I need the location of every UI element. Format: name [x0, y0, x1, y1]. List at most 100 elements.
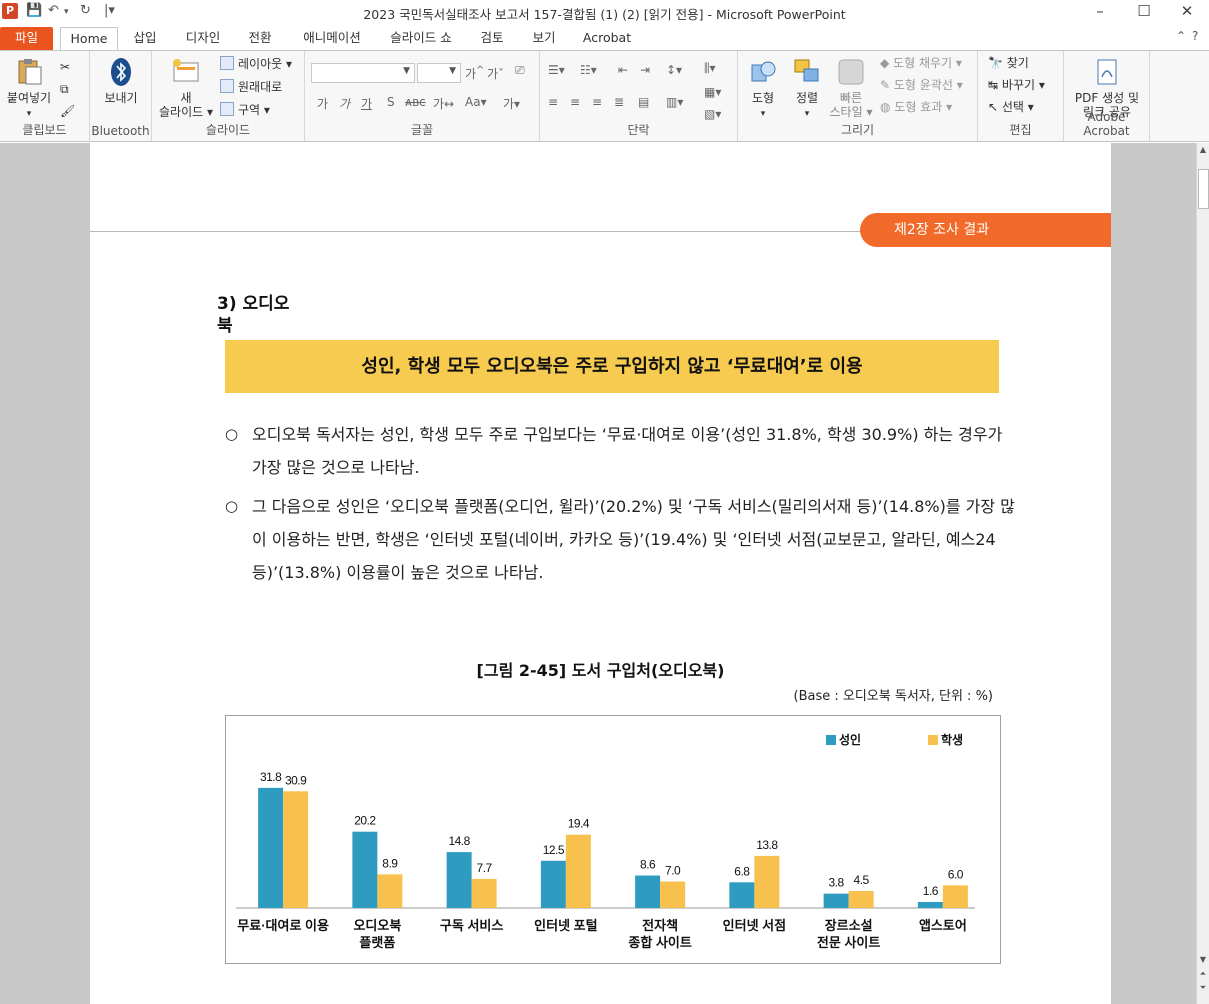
new-slide-button[interactable]: 새 슬라이드 ▾ — [156, 57, 216, 119]
bar-student — [283, 791, 309, 908]
replace-button[interactable]: ↹ 바꾸기 ▾ — [988, 75, 1045, 95]
bar-chart: 31.8 30.9 무료·대여로 이용 20.2 8.9 오디오북 플랫폼 14.8 7.7 구독… — [225, 715, 1001, 964]
tab-review[interactable]: 검토 — [472, 27, 512, 51]
section-button[interactable]: 구역 ▾ — [220, 100, 270, 120]
scroll-thumb[interactable] — [1198, 169, 1209, 209]
char-spacing-icon[interactable]: 가↔ — [433, 95, 454, 112]
paste-icon — [18, 59, 42, 85]
find-button[interactable]: 🔭 찾기 — [988, 53, 1029, 73]
scroll-down-icon[interactable]: ▼ — [1197, 955, 1209, 964]
increase-indent-icon[interactable]: ⇥ — [640, 63, 650, 77]
reset-button[interactable]: 원래대로 — [220, 77, 282, 97]
data-label: 6.8 — [734, 864, 750, 878]
minimize-button[interactable]: – — [1078, 0, 1122, 24]
tab-file[interactable]: 파일 — [0, 27, 53, 51]
grow-font-icon[interactable]: 가^ — [465, 65, 484, 82]
vertical-scrollbar[interactable]: ▲ ▼ ⏶ ⏷ — [1196, 143, 1209, 1004]
category-label: 전문 사이트 — [817, 935, 880, 950]
align-text-icon[interactable]: ▦▾ — [704, 85, 721, 99]
scroll-up-icon[interactable]: ▲ — [1197, 145, 1209, 154]
ribbon: 붙여넣기 ▾ ✂ ⧉ 🖌 클립보드 보내기 Bluetooth 새 슬라이드 ▾ 레… — [0, 50, 1209, 142]
font-color-icon[interactable]: 가▾ — [503, 95, 520, 112]
tab-transitions[interactable]: 전환 — [240, 27, 280, 51]
change-case-icon[interactable]: Aa▾ — [465, 95, 487, 109]
bullet-circle-icon: ○ — [225, 497, 239, 515]
data-label: 4.5 — [854, 873, 870, 887]
tab-slideshow[interactable]: 슬라이드 쇼 — [382, 27, 460, 51]
bar-student — [942, 885, 968, 908]
text-direction-icon[interactable]: ⫼▾ — [704, 61, 716, 76]
prev-slide-icon[interactable]: ⏶ — [1197, 969, 1209, 979]
bluetooth-send-button[interactable]: 보내기 — [94, 57, 148, 105]
underline-icon[interactable]: 가 — [361, 95, 372, 112]
numbering-icon[interactable]: ☷▾ — [580, 63, 597, 77]
line-spacing-icon[interactable]: ↕▾ — [666, 63, 682, 77]
help-icon[interactable]: ? — [1192, 29, 1198, 43]
paste-button[interactable]: 붙여넣기 ▾ — [4, 57, 54, 121]
data-label: 8.9 — [382, 856, 398, 870]
shrink-font-icon[interactable]: 가ˇ — [487, 65, 504, 82]
maximize-button[interactable]: ☐ — [1122, 0, 1166, 24]
next-slide-icon[interactable]: ⏷ — [1197, 983, 1209, 993]
quick-styles-button[interactable]: 빠른 스타일 ▾ — [826, 57, 876, 119]
align-left-icon[interactable]: ≡ — [548, 95, 558, 109]
category-label: 장르소설 — [825, 918, 873, 933]
tab-home[interactable]: Home — [60, 27, 118, 52]
copy-icon[interactable]: ⧉ — [60, 79, 69, 99]
bar-adult — [635, 875, 661, 908]
font-group: ▼ ▼ 가^ 가ˇ ⎚ 가 가 가 S ᴀʙᴄ 가↔ Aa▾ 가▾ 글꼴 — [305, 51, 540, 141]
bullets-icon[interactable]: ☰▾ — [548, 63, 565, 77]
select-icon: ↖ — [988, 100, 1002, 114]
data-label: 8.6 — [640, 858, 656, 872]
bold-icon[interactable]: 가 — [317, 95, 328, 112]
reset-icon — [220, 79, 234, 93]
data-label: 30.9 — [285, 773, 307, 787]
columns-icon[interactable]: ▥▾ — [666, 95, 683, 109]
bullet-item: ○ 오디오북 독서자는 성인, 학생 모두 주로 구입보다는 ‘무료·대여로 이… — [225, 418, 1015, 484]
smartart-icon[interactable]: ▧▾ — [704, 107, 721, 121]
align-center-icon[interactable]: ≡ — [570, 95, 580, 109]
distribute-icon[interactable]: ▤ — [638, 95, 649, 109]
tab-animations[interactable]: 애니메이션 — [292, 27, 372, 51]
shadow-icon[interactable]: S — [387, 95, 395, 109]
slide[interactable]: 제2장 조사 결과 3) 오디오 북 성인, 학생 모두 오디오북은 주로 구입… — [90, 143, 1111, 1004]
base-note: (Base : 오디오북 독서자, 단위 : %) — [793, 689, 993, 704]
cut-icon[interactable]: ✂ — [60, 57, 70, 77]
arrange-button[interactable]: 정렬 ▾ — [786, 57, 828, 121]
italic-icon[interactable]: 가 — [339, 95, 350, 112]
close-button[interactable]: ✕ — [1165, 0, 1209, 24]
shape-effect-button[interactable]: ◍ 도형 효과 ▾ — [880, 97, 952, 117]
shape-outline-button[interactable]: ✎ 도형 윤곽선 ▾ — [880, 75, 963, 95]
shape-outline-icon: ✎ — [880, 78, 894, 92]
replace-icon: ↹ — [988, 78, 1002, 92]
quick-styles-icon — [838, 59, 864, 85]
new-slide-icon — [173, 59, 199, 82]
collapse-ribbon-icon[interactable]: ⌃ — [1176, 29, 1186, 43]
font-size-combo[interactable]: ▼ — [417, 63, 461, 83]
paragraph-group-label: 단락 — [627, 123, 650, 137]
chart-canvas: 31.8 30.9 무료·대여로 이용 20.2 8.9 오디오북플랫폼 14.8 7.7 구독… — [236, 732, 975, 950]
slides-group-label: 슬라이드 — [205, 123, 251, 137]
tab-acrobat[interactable]: Acrobat — [578, 27, 636, 51]
layout-button[interactable]: 레이아웃 ▾ — [220, 54, 292, 74]
select-button[interactable]: ↖ 선택 ▾ — [988, 97, 1034, 117]
acrobat-group-label: Adobe Acrobat — [1083, 110, 1130, 138]
decrease-indent-icon[interactable]: ⇤ — [618, 63, 628, 77]
drawing-group-label: 그리기 — [840, 123, 875, 137]
shapes-button[interactable]: 도형 ▾ — [742, 57, 784, 121]
bar-student — [660, 881, 686, 908]
shape-fill-button[interactable]: ◆ 도형 채우기 ▾ — [880, 53, 962, 73]
font-name-combo[interactable]: ▼ — [311, 63, 415, 83]
tab-view[interactable]: 보기 — [524, 27, 564, 51]
strikethrough-icon[interactable]: ᴀʙᴄ — [405, 95, 426, 109]
tab-insert[interactable]: 삽입 — [125, 27, 165, 51]
align-right-icon[interactable]: ≡ — [592, 95, 602, 109]
bar-adult — [352, 831, 378, 908]
arrange-icon — [794, 59, 819, 82]
format-painter-icon[interactable]: 🖌 — [60, 101, 75, 121]
legend-label: 성인 — [839, 732, 861, 747]
justify-icon[interactable]: ≣ — [614, 95, 624, 109]
tab-design[interactable]: 디자인 — [176, 27, 230, 51]
clipboard-group: 붙여넣기 ▾ ✂ ⧉ 🖌 클립보드 — [0, 51, 90, 141]
clear-format-icon[interactable]: ⎚ — [515, 63, 525, 78]
